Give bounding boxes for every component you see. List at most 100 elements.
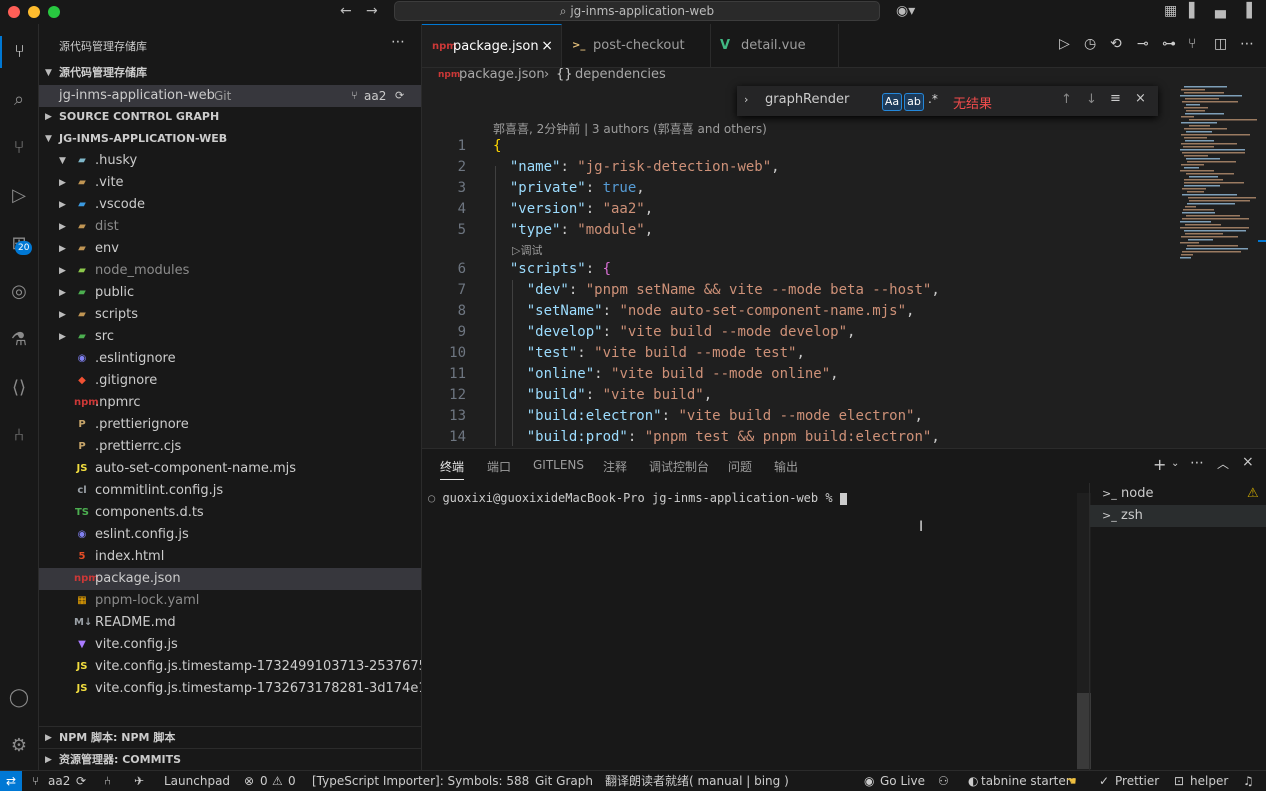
toggle-panel-icon[interactable]: ▄ bbox=[1215, 3, 1226, 19]
file-item[interactable]: cl commitlint.config.js bbox=[39, 480, 421, 502]
folder-item[interactable]: ▶ ▰ scripts bbox=[39, 304, 421, 326]
commit-icon[interactable]: ⊸ bbox=[1137, 36, 1149, 52]
new-terminal-icon[interactable]: + bbox=[1153, 455, 1166, 474]
folder-item[interactable]: ▶ ▰ dist bbox=[39, 216, 421, 238]
editor-more-icon[interactable]: ⋯ bbox=[1240, 36, 1254, 52]
copilot-icon[interactable]: ◉▾ bbox=[896, 3, 915, 19]
file-item[interactable]: P .prettierrc.cjs bbox=[39, 436, 421, 458]
blame-icon[interactable]: ⊶ bbox=[1162, 36, 1176, 52]
remote-indicator-icon[interactable]: ⇄ bbox=[0, 771, 22, 791]
bell-icon[interactable]: ♫ bbox=[1243, 771, 1254, 791]
status-git-graph[interactable]: Git Graph bbox=[535, 771, 593, 791]
file-item[interactable]: ▼ vite.config.js bbox=[39, 634, 421, 656]
previous-match-icon[interactable]: ↑ bbox=[1061, 92, 1072, 107]
folder-item[interactable]: ▶ ▰ node_modules bbox=[39, 260, 421, 282]
minimize-window-button[interactable] bbox=[28, 6, 40, 18]
file-item[interactable]: ◉ eslint.config.js bbox=[39, 524, 421, 546]
status-errors[interactable]: 0 bbox=[260, 771, 268, 791]
close-window-button[interactable] bbox=[8, 6, 20, 18]
section-source-control-graph[interactable]: ▶ SOURCE CONTROL GRAPH bbox=[39, 106, 421, 128]
maximize-window-button[interactable] bbox=[48, 6, 60, 18]
terminal-item-node[interactable]: >_ node ⚠ bbox=[1090, 483, 1266, 505]
file-item[interactable]: JS auto-set-component-name.mjs bbox=[39, 458, 421, 480]
status-branch[interactable]: aa2 bbox=[48, 771, 70, 791]
forward-arrow-icon[interactable]: → bbox=[366, 3, 378, 19]
panel-tab-comments[interactable]: 注释 bbox=[603, 458, 627, 475]
tab-detail-vue[interactable]: V detail.vue bbox=[710, 24, 839, 67]
sync-icon[interactable]: ⟳ bbox=[395, 85, 404, 107]
section-repositories[interactable]: ▼ 源代码管理存储库 bbox=[39, 62, 421, 84]
gitlens-inspect-icon[interactable]: ⑂ bbox=[1188, 36, 1196, 52]
section-npm-scripts[interactable]: ▶ NPM 脚本: NPM 脚本 bbox=[39, 726, 421, 749]
file-item[interactable]: M↓ README.md bbox=[39, 612, 421, 634]
minimap[interactable] bbox=[1178, 86, 1258, 266]
source-control-icon[interactable]: ⑂ bbox=[3, 132, 35, 164]
file-item[interactable]: npm package.json bbox=[39, 568, 421, 590]
next-match-icon[interactable]: ↓ bbox=[1086, 92, 1097, 107]
breadcrumb-symbol[interactable]: dependencies bbox=[575, 66, 666, 84]
folder-item[interactable]: ▶ ▰ public bbox=[39, 282, 421, 304]
folder-item[interactable]: ▶ ▰ env bbox=[39, 238, 421, 260]
find-input[interactable]: graphRender bbox=[765, 92, 849, 107]
tab-post-checkout[interactable]: >_ post-checkout bbox=[562, 24, 711, 67]
panel-tab-terminal[interactable]: 终端 bbox=[440, 458, 465, 480]
file-item[interactable]: ◆ .gitignore bbox=[39, 370, 421, 392]
back-arrow-icon[interactable]: ← bbox=[340, 3, 352, 19]
file-item[interactable]: TS components.d.ts bbox=[39, 502, 421, 524]
maximize-panel-icon[interactable]: ︿ bbox=[1217, 455, 1229, 472]
match-case-toggle[interactable]: Aa bbox=[882, 93, 902, 111]
chevron-down-icon[interactable]: ⌄ bbox=[1171, 458, 1179, 469]
status-helper[interactable]: helper bbox=[1190, 771, 1228, 791]
close-icon[interactable]: × bbox=[541, 25, 553, 68]
panel-tab-gitlens[interactable]: GITLENS bbox=[533, 458, 584, 472]
status-tabnine[interactable]: tabnine starter bbox=[981, 771, 1071, 791]
status-translator[interactable]: 翻译朗读者就绪( manual | bing ) bbox=[605, 771, 789, 791]
breadcrumb-file[interactable]: package.json bbox=[459, 66, 545, 84]
panel-tab-debug-console[interactable]: 调试控制台 bbox=[649, 458, 709, 475]
repository-item[interactable]: jg-inms-application-web Git ⑂ aa2 ⟳ bbox=[39, 85, 421, 107]
git-blame-annotation[interactable]: 郭喜喜, 2分钟前 | 3 authors (郭喜喜 and others) bbox=[493, 120, 767, 137]
file-item[interactable]: ◉ .eslintignore bbox=[39, 348, 421, 370]
status-warnings[interactable]: 0 bbox=[288, 771, 296, 791]
run-debug-icon[interactable]: ▷ bbox=[3, 180, 35, 212]
close-panel-icon[interactable]: × bbox=[1242, 454, 1254, 470]
toggle-sidebar-icon[interactable]: ▌ bbox=[1189, 3, 1200, 19]
command-center-search[interactable]: ⌕ jg-inms-application-web bbox=[394, 1, 880, 21]
run-icon[interactable]: ▷ bbox=[1059, 36, 1070, 52]
status-golive[interactable]: Go Live bbox=[880, 771, 925, 791]
file-item[interactable]: ▦ pnpm-lock.yaml bbox=[39, 590, 421, 612]
settings-gear-icon[interactable]: ⚙ bbox=[3, 730, 35, 762]
section-commits[interactable]: ▶ 资源管理器: COMMITS bbox=[39, 748, 421, 770]
git-graph-icon[interactable]: ⑃ bbox=[104, 771, 111, 791]
status-prettier[interactable]: Prettier bbox=[1115, 771, 1159, 791]
file-item[interactable]: 5 index.html bbox=[39, 546, 421, 568]
extensions-icon[interactable]: ⊞20 bbox=[3, 228, 35, 260]
testing-icon[interactable]: ⚗ bbox=[3, 324, 35, 356]
status-launchpad[interactable]: Launchpad bbox=[164, 771, 230, 791]
close-icon[interactable]: × bbox=[1135, 91, 1146, 106]
panel-tab-problems[interactable]: 问题 bbox=[728, 458, 752, 475]
find-in-selection-icon[interactable]: ≡ bbox=[1110, 91, 1121, 106]
code-editor[interactable]: 郭喜喜, 2分钟前 | 3 authors (郭喜喜 and others) 1… bbox=[422, 116, 1182, 446]
debug-codelens[interactable]: ▷调试 bbox=[512, 242, 542, 258]
panel-tab-ports[interactable]: 端口 bbox=[487, 458, 511, 475]
file-item[interactable]: JS vite.config.js.timestamp-1732499103713… bbox=[39, 656, 421, 678]
file-item[interactable]: npm .npmrc bbox=[39, 392, 421, 414]
folder-item[interactable]: ▼ ▰ .husky bbox=[39, 150, 421, 172]
match-whole-word-toggle[interactable]: ab bbox=[904, 93, 924, 111]
folder-item[interactable]: ▶ ▰ src bbox=[39, 326, 421, 348]
account-icon[interactable]: ◯ bbox=[3, 682, 35, 714]
toggle-replace-chevron-icon[interactable]: › bbox=[744, 93, 748, 106]
toggle-secondary-sidebar-icon[interactable]: ▐ bbox=[1241, 3, 1252, 19]
status-ts-importer[interactable]: [TypeScript Importer]: Symbols: 588 bbox=[312, 771, 529, 791]
timeline-icon[interactable]: ◷ bbox=[1084, 36, 1096, 52]
customize-layout-icon[interactable]: ▦ bbox=[1164, 3, 1177, 19]
compare-icon[interactable]: ⟲ bbox=[1110, 36, 1122, 52]
gitlens-icon[interactable]: ⑃ bbox=[3, 420, 35, 452]
folder-item[interactable]: ▶ ▰ .vite bbox=[39, 172, 421, 194]
live-share-icon[interactable]: ⟨⟩ bbox=[3, 372, 35, 404]
terminal-item-zsh[interactable]: >_ zsh bbox=[1090, 505, 1266, 527]
terminal[interactable]: ○ guoxixi@guoxixideMacBook-Pro jg-inms-a… bbox=[428, 491, 847, 505]
source-control-repos-icon[interactable]: ⑂ bbox=[0, 36, 37, 68]
account-icon[interactable]: ⚇ bbox=[938, 771, 949, 791]
